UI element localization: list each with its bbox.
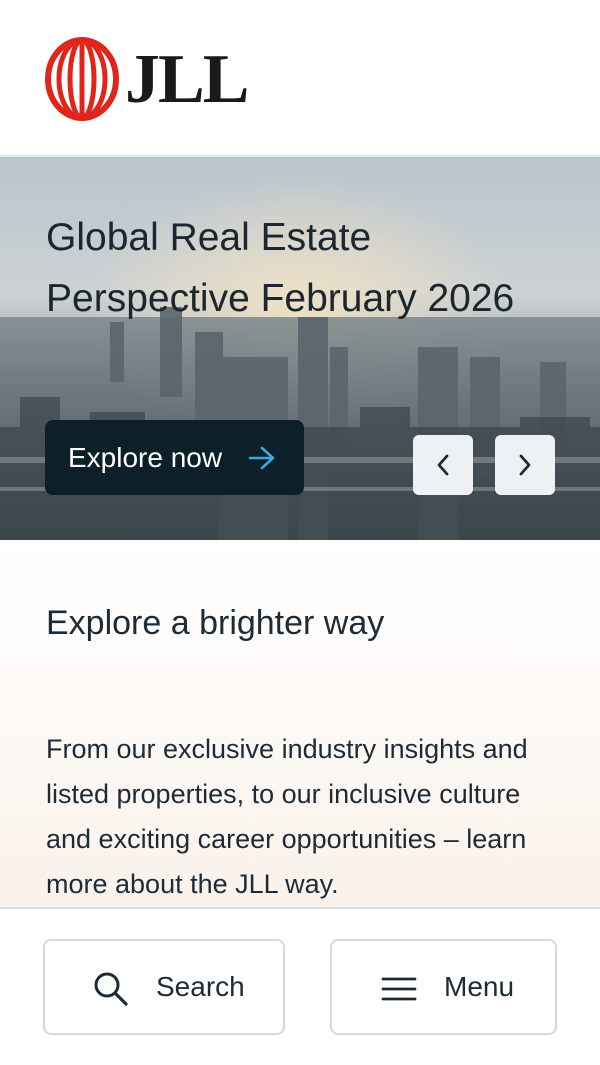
jll-logo-mark-icon xyxy=(45,37,119,121)
bottom-action-bar: Search Menu xyxy=(0,907,600,1065)
site-header: JLL xyxy=(0,0,600,157)
chevron-right-icon xyxy=(519,454,531,476)
search-icon xyxy=(94,972,128,1006)
hero-banner: Global Real Estate Perspective February … xyxy=(0,157,600,540)
search-button-label: Search xyxy=(156,971,245,1002)
chevron-left-icon xyxy=(437,454,449,476)
menu-button-label: Menu xyxy=(444,971,515,1002)
hamburger-menu-icon xyxy=(381,977,417,1001)
logo-wordmark: JLL xyxy=(125,41,249,118)
hero-title: Global Real Estate Perspective February … xyxy=(46,216,515,320)
intro-body-text: From our exclusive industry insights and… xyxy=(46,734,528,899)
carousel-next-button[interactable] xyxy=(495,435,555,495)
menu-button[interactable]: Menu xyxy=(330,939,557,1035)
intro-section: Explore a brighter way From our exclusiv… xyxy=(0,540,600,907)
carousel-prev-button[interactable] xyxy=(413,435,473,495)
intro-heading: Explore a brighter way xyxy=(46,604,385,642)
explore-now-label: Explore now xyxy=(68,441,223,473)
arrow-right-icon xyxy=(248,446,275,470)
search-button[interactable]: Search xyxy=(43,939,285,1035)
jll-logo[interactable]: JLL xyxy=(44,36,249,122)
explore-now-button[interactable]: Explore now xyxy=(45,420,304,495)
